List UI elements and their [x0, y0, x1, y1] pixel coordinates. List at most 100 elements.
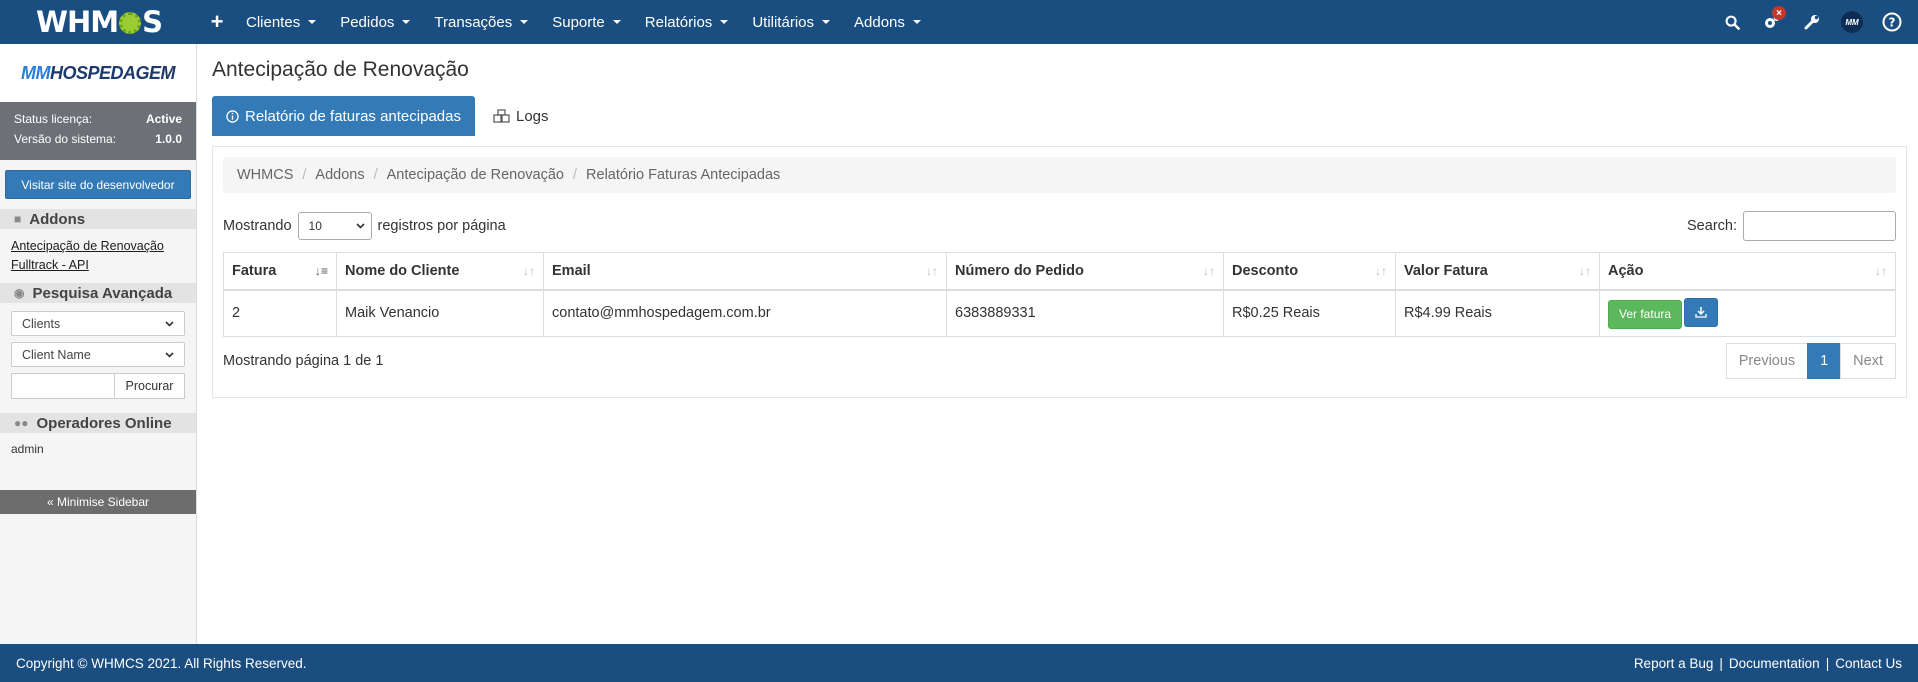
column-valor[interactable]: Valor Fatura ↓↑	[1395, 252, 1600, 291]
documentation-link[interactable]: Documentation	[1729, 656, 1820, 671]
sidebar-search-button[interactable]: Procurar	[115, 373, 185, 399]
logo-rest: HOSPEDAGEM	[49, 62, 176, 83]
logo-text-left: WHM	[36, 5, 119, 39]
gears-icon[interactable]: ×	[1752, 0, 1792, 44]
menu-utilitarios[interactable]: Utilitários	[740, 14, 842, 31]
copyright-text: Copyright © WHMCS 2021. All Rights Reser…	[16, 655, 307, 671]
cell-acao: Ver fatura	[1599, 289, 1896, 337]
column-label: Fatura	[232, 262, 277, 279]
download-button[interactable]	[1684, 297, 1719, 327]
length-prefix: Mostrando	[223, 218, 292, 234]
tab-relatorio[interactable]: Relatório de faturas antecipadas	[212, 96, 475, 136]
report-bug-link[interactable]: Report a Bug	[1634, 656, 1714, 671]
table-footer: Mostrando página 1 de 1 Previous 1 Next	[223, 343, 1896, 379]
menu-addons[interactable]: Addons	[842, 14, 933, 31]
tabs: Relatório de faturas antecipadas Logs	[212, 96, 1907, 136]
alert-badge: ×	[1772, 6, 1786, 20]
sort-icon: ↓↑	[1579, 264, 1591, 278]
boxes-icon	[493, 109, 510, 123]
cell-desconto: R$0.25 Reais	[1223, 289, 1396, 337]
version-label: Versão do sistema:	[14, 132, 117, 146]
cell-email: contato@mmhospedagem.com.br	[543, 289, 947, 337]
pagination: Previous 1 Next	[1725, 343, 1896, 379]
page-1-button[interactable]: 1	[1807, 343, 1842, 379]
search-field-select[interactable]: Client Name	[11, 342, 185, 367]
sort-icon: ↓↑	[926, 264, 938, 278]
operators-header-label: Operadores Online	[36, 414, 172, 432]
addon-link-fulltrack[interactable]: Fulltrack - API	[11, 256, 185, 275]
breadcrumb-separator: /	[302, 167, 307, 183]
column-label: Valor Fatura	[1404, 262, 1488, 279]
column-label: Ação	[1608, 262, 1644, 279]
column-email[interactable]: Email ↓↑	[543, 252, 947, 291]
view-invoice-button[interactable]: Ver fatura	[1608, 299, 1683, 329]
footer-separator: |	[1719, 655, 1723, 671]
download-icon	[1695, 307, 1707, 318]
menu-relatorios[interactable]: Relatórios	[633, 14, 741, 31]
table-search-input[interactable]	[1743, 211, 1896, 241]
menu-transacoes[interactable]: Transações	[422, 14, 540, 31]
next-page-button[interactable]: Next	[1840, 343, 1896, 379]
whmcs-logo[interactable]: WHM S	[0, 5, 196, 39]
column-label: Nome do Cliente	[345, 262, 460, 279]
sidebar-search-input[interactable]	[11, 373, 115, 399]
page-length-value: 10	[308, 219, 322, 233]
page-title: Antecipação de Renovação	[212, 58, 469, 81]
sort-desc-icon: ↓≡	[314, 264, 328, 278]
info-icon	[226, 109, 239, 123]
column-cliente[interactable]: Nome do Cliente ↓↑	[336, 252, 544, 291]
minimise-sidebar-button[interactable]: « Minimise Sidebar	[0, 490, 196, 514]
addon-link-antecipacao[interactable]: Antecipação de Renovação	[11, 237, 185, 256]
column-label: Email	[552, 262, 591, 279]
caret-down-icon	[402, 20, 411, 24]
breadcrumb: WHMCS / Addons / Antecipação de Renovaçã…	[223, 157, 1896, 193]
previous-page-button[interactable]: Previous	[1725, 343, 1809, 379]
help-icon[interactable]: ?	[1872, 0, 1912, 44]
cell-valor: R$4.99 Reais	[1395, 289, 1600, 337]
table-controls: Mostrando 10 registros por página Search…	[223, 211, 1896, 241]
menu-label: Clientes	[246, 13, 301, 31]
column-pedido[interactable]: Número do Pedido ↓↑	[946, 252, 1224, 291]
page-length-select[interactable]: 10	[297, 212, 372, 240]
tab-logs[interactable]: Logs	[475, 96, 567, 136]
user-avatar[interactable]: MM	[1832, 0, 1872, 44]
version-value: 1.0.0	[155, 132, 182, 146]
visit-developer-button[interactable]: Visitar site do desenvolvedor	[5, 170, 191, 199]
search-label: Search:	[1687, 218, 1737, 234]
license-status-box: Status licença: Active Versão do sistema:…	[0, 102, 196, 160]
sidebar-search-row: Procurar	[11, 373, 185, 399]
breadcrumb-separator: /	[373, 167, 378, 183]
addon-links: Antecipação de Renovação Fulltrack - API	[0, 229, 196, 275]
wrench-icon[interactable]	[1792, 0, 1832, 44]
footer-links: Report a Bug | Documentation | Contact U…	[1634, 656, 1902, 671]
breadcrumb-item[interactable]: WHMCS	[237, 167, 293, 183]
caret-down-icon	[520, 20, 529, 24]
caret-down-icon	[912, 20, 921, 24]
search-field-value: Client Name	[22, 347, 91, 362]
column-desconto[interactable]: Desconto ↓↑	[1223, 252, 1396, 291]
menu-label: Addons	[854, 13, 905, 31]
breadcrumb-item[interactable]: Addons	[315, 167, 364, 183]
advanced-search-header: ◉ Pesquisa Avançada	[0, 283, 196, 303]
search-type-select[interactable]: Clients	[11, 311, 185, 336]
contact-us-link[interactable]: Contact Us	[1835, 656, 1902, 671]
chevron-down-icon	[165, 351, 174, 358]
sort-icon: ↓↑	[1375, 264, 1387, 278]
column-acao[interactable]: Ação ↓↑	[1599, 252, 1896, 291]
sort-icon: ↓↑	[1875, 264, 1887, 278]
footer: Copyright © WHMCS 2021. All Rights Reser…	[0, 644, 1918, 682]
breadcrumb-item[interactable]: Antecipação de Renovação	[387, 167, 564, 183]
tab-relatorio-label: Relatório de faturas antecipadas	[245, 107, 461, 125]
search-icon[interactable]	[1712, 0, 1752, 44]
menu-suporte[interactable]: Suporte	[540, 14, 633, 31]
column-label: Desconto	[1232, 262, 1299, 279]
main-menu: Clientes Pedidos Transações Suporte Rela…	[234, 14, 933, 31]
menu-pedidos[interactable]: Pedidos	[328, 14, 422, 31]
logo-mm: MM	[20, 62, 51, 83]
add-new-button[interactable]: +	[200, 9, 234, 35]
column-fatura[interactable]: Fatura ↓≡	[223, 252, 337, 291]
table-header-row: Fatura ↓≡ Nome do Cliente ↓↑ Email ↓↑ Númer…	[223, 252, 1896, 291]
menu-label: Suporte	[552, 13, 605, 31]
menu-clientes[interactable]: Clientes	[234, 14, 328, 31]
sidebar: MM HOSPEDAGEM Status licença: Active Versã…	[0, 44, 197, 644]
